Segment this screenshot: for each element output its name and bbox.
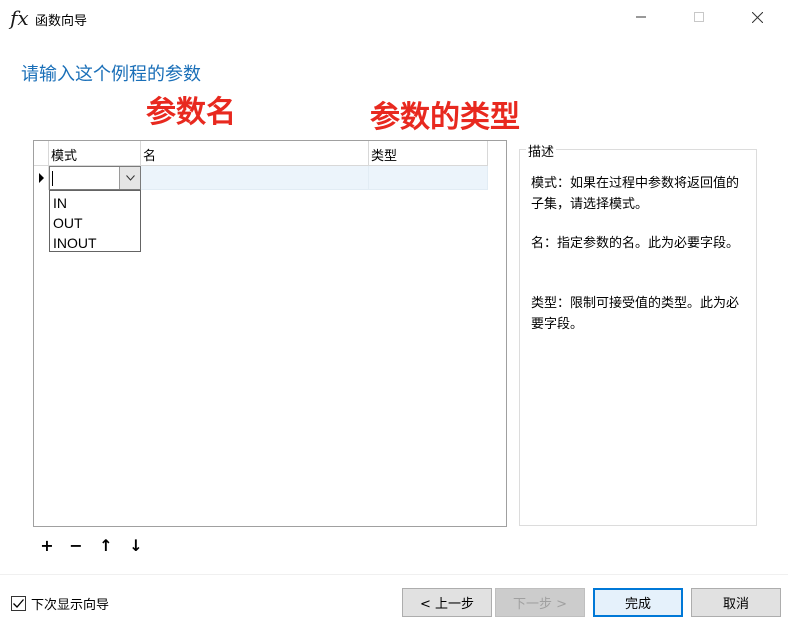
checkbox-box[interactable]: [11, 596, 26, 611]
row-indicator: [34, 166, 49, 190]
type-cell[interactable]: [369, 166, 488, 190]
minimize-button[interactable]: [618, 0, 664, 34]
dropdown-option-out[interactable]: OUT: [50, 214, 140, 234]
arrow-up-icon: ↑: [99, 535, 113, 555]
current-row-arrow-icon: [39, 173, 44, 183]
arrow-down-icon: ↓: [129, 535, 143, 555]
description-name: 名：指定参数的名。此为必要字段。: [531, 236, 740, 251]
checkmark-icon: [13, 599, 24, 608]
name-cell[interactable]: [141, 166, 369, 190]
plus-icon: +: [40, 535, 54, 555]
column-header-mode[interactable]: 模式: [49, 141, 141, 166]
next-button[interactable]: 下一步 >: [495, 588, 585, 617]
text-caret: [52, 171, 53, 186]
annotation-parameter-type: 参数的类型: [370, 100, 520, 135]
cancel-button[interactable]: 取消: [691, 588, 781, 617]
chevron-down-icon: [125, 175, 135, 181]
maximize-button[interactable]: [676, 0, 722, 34]
page-heading: 请输入这个例程的参数: [21, 64, 201, 85]
move-down-button[interactable]: ↓: [127, 535, 145, 555]
description-legend: 描述: [526, 141, 557, 160]
row-header-corner: [34, 141, 49, 166]
column-header-name[interactable]: 名: [141, 141, 369, 166]
description-mode: 模式：如果在过程中参数将返回值的子集，请选择模式。: [531, 176, 740, 212]
add-parameter-button[interactable]: +: [38, 535, 56, 555]
title-bar: fx 函数向导: [0, 0, 788, 36]
function-icon: fx: [10, 6, 29, 30]
finish-button[interactable]: 完成: [593, 588, 683, 617]
grid-header: 模式 名 类型: [34, 141, 489, 166]
previous-button[interactable]: < 上一步: [402, 588, 492, 617]
annotation-parameter-name: 参数名: [146, 95, 236, 130]
column-header-type[interactable]: 类型: [369, 141, 488, 166]
maximize-icon: [694, 12, 704, 22]
mode-dropdown-list[interactable]: IN OUT INOUT: [49, 190, 141, 252]
dropdown-option-inout[interactable]: INOUT: [50, 234, 140, 254]
show-wizard-checkbox[interactable]: 下次显示向导: [11, 594, 109, 613]
description-type: 类型：限制可接受值的类型。此为必要字段。: [531, 296, 740, 332]
parameter-grid[interactable]: 模式 名 类型 IN OUT INOUT: [33, 140, 507, 527]
close-button[interactable]: [734, 0, 780, 34]
window-title: 函数向导: [35, 14, 88, 29]
close-icon: [751, 11, 763, 23]
minimize-icon: [636, 16, 646, 18]
show-wizard-label: 下次显示向导: [31, 598, 110, 613]
minus-icon: −: [69, 535, 83, 555]
move-up-button[interactable]: ↑: [97, 535, 115, 555]
table-row[interactable]: [34, 166, 489, 190]
mode-dropdown-button[interactable]: [119, 167, 140, 189]
remove-parameter-button[interactable]: −: [67, 535, 85, 555]
mode-combobox[interactable]: [49, 166, 141, 190]
footer-divider: [0, 574, 788, 575]
dropdown-option-in[interactable]: IN: [50, 194, 140, 214]
